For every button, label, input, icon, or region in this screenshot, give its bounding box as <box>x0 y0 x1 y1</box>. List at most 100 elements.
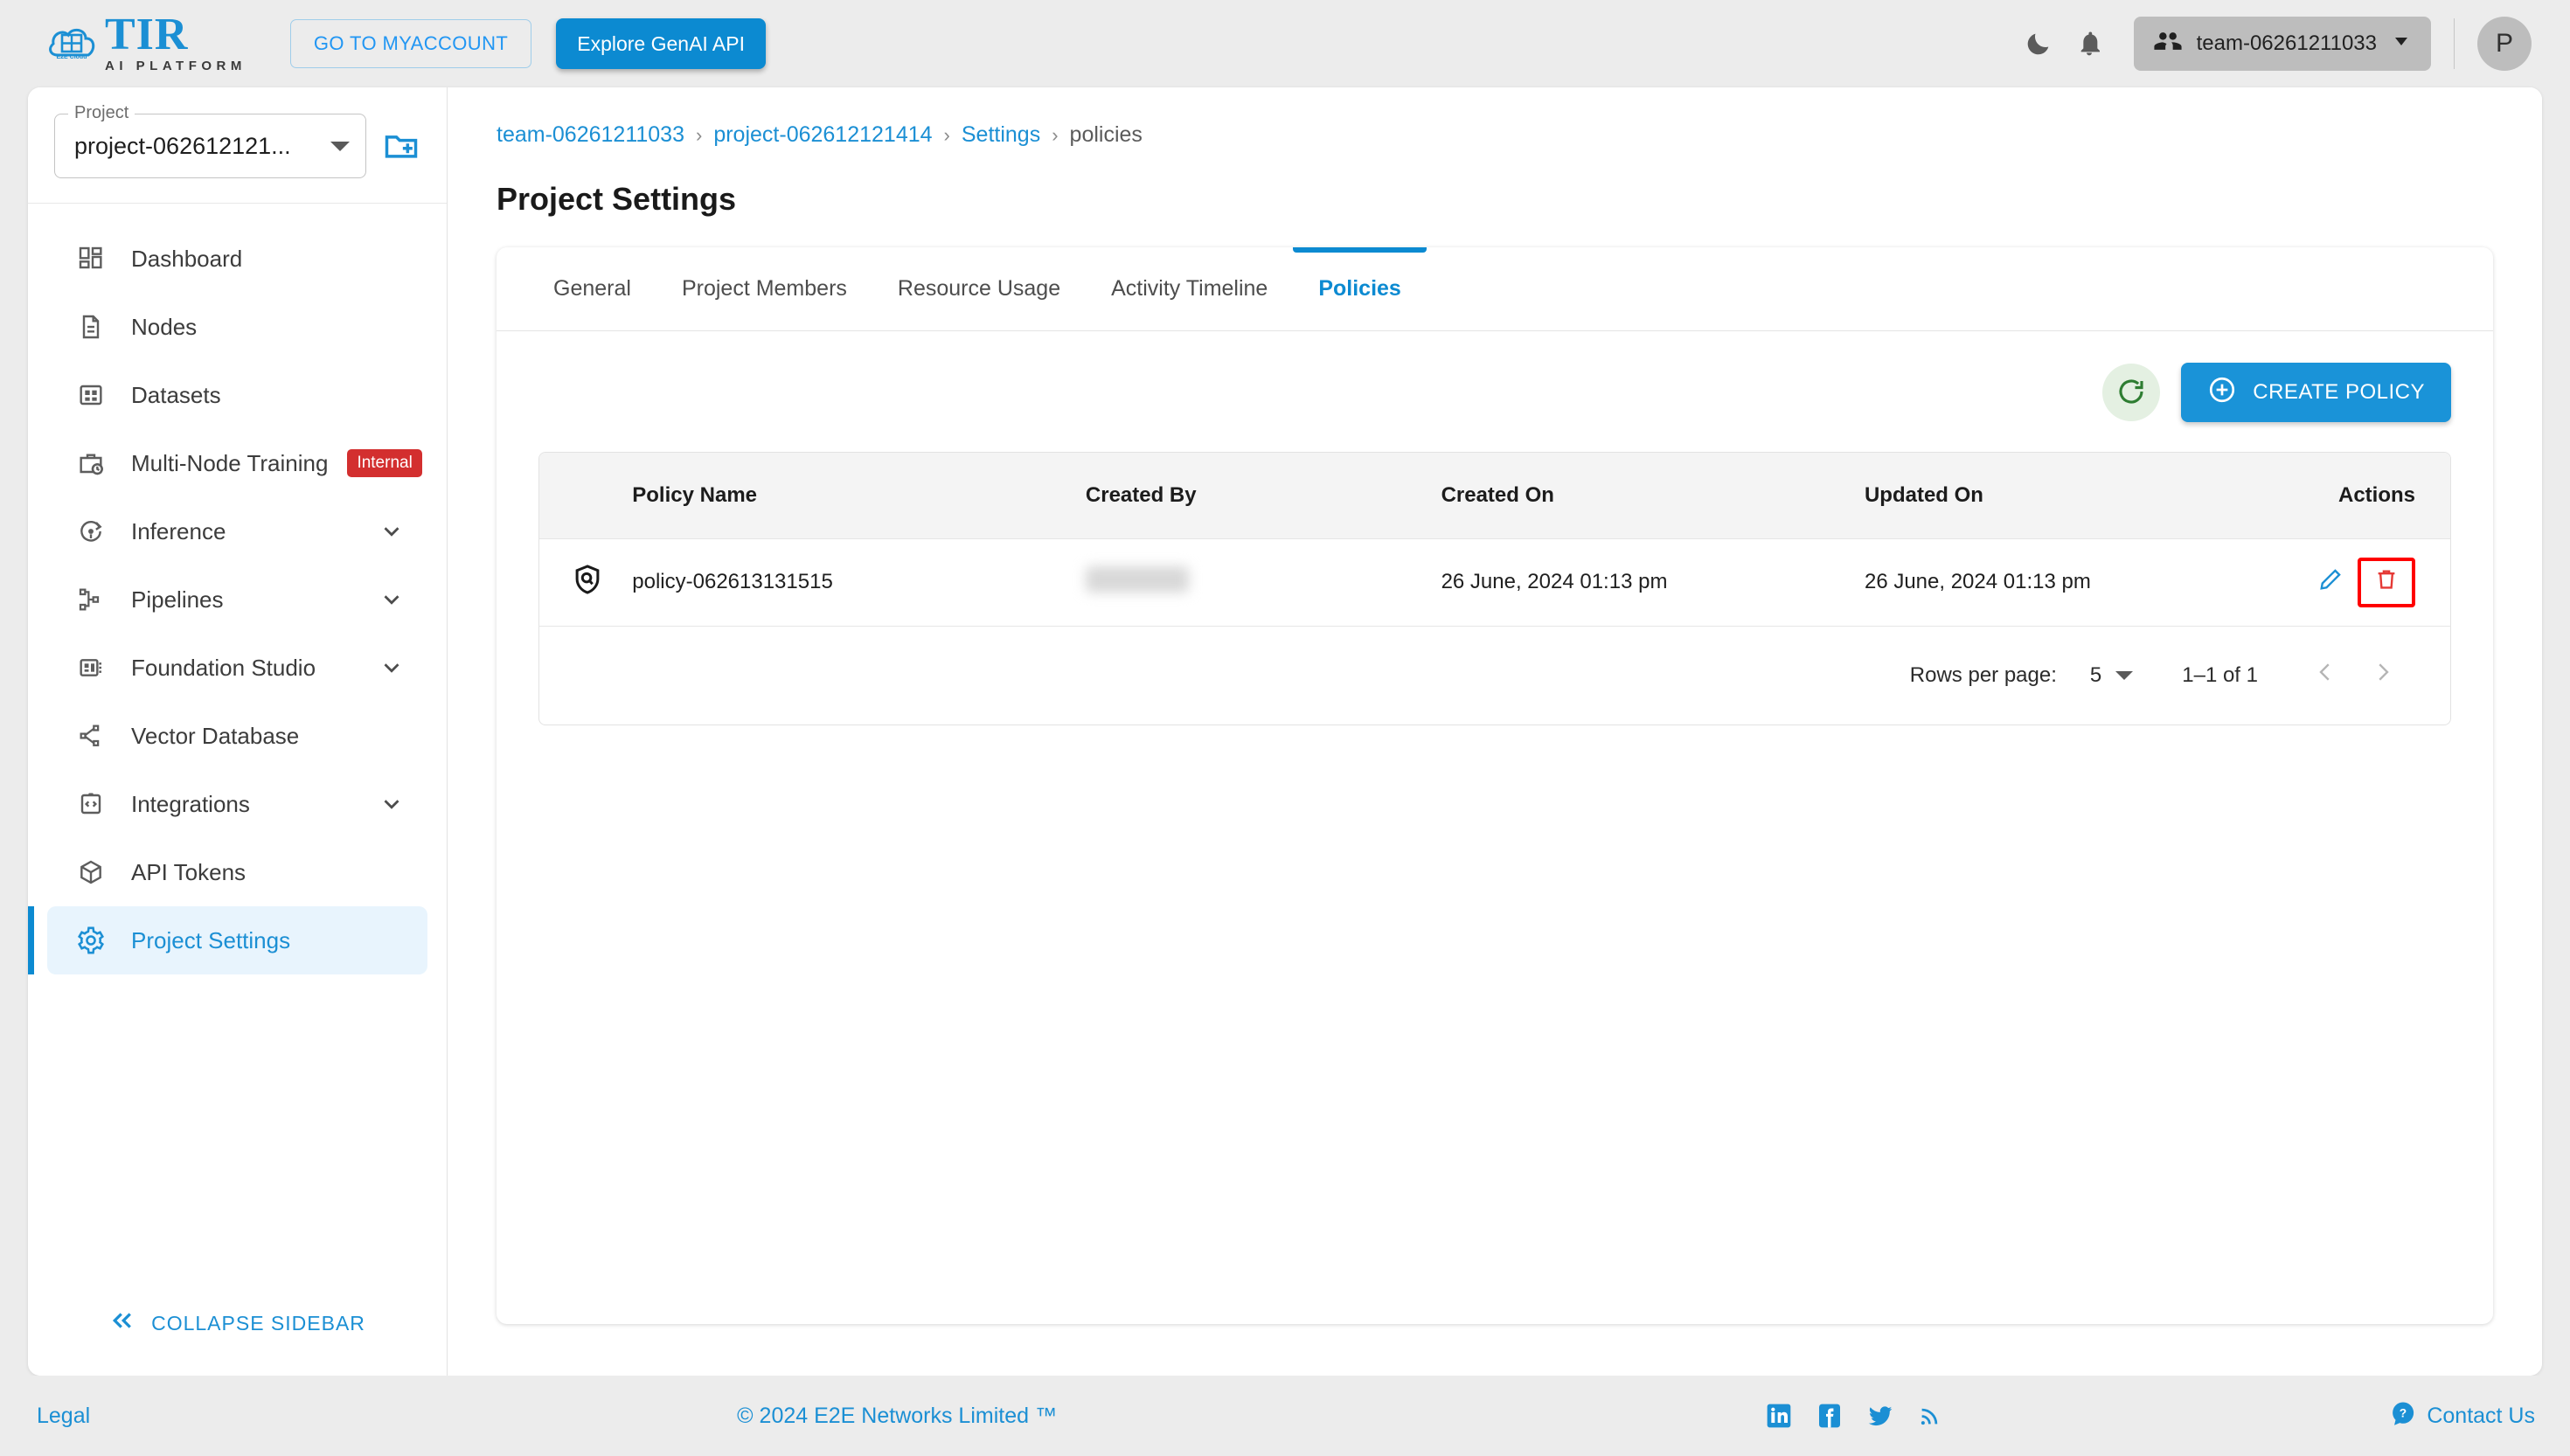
twitter-icon[interactable] <box>1866 1402 1894 1430</box>
sidebar-item-api-tokens[interactable]: API Tokens <box>47 838 427 906</box>
breadcrumb-team[interactable]: team-06261211033 <box>497 122 684 148</box>
brand-text: TIR AI PLATFORM <box>105 11 247 73</box>
pagination-row: Rows per page: 5 1–1 of 1 <box>539 625 2450 725</box>
chip-icon <box>73 654 108 682</box>
moon-icon[interactable] <box>2013 18 2064 69</box>
policy-icon-cell <box>539 537 633 626</box>
top-bar: E2E Cloud TIR AI PLATFORM GO TO MYACCOUN… <box>0 0 2570 87</box>
breadcrumb-settings[interactable]: Settings <box>962 122 1040 148</box>
chevron-down-icon <box>2391 31 2412 58</box>
new-folder-icon[interactable] <box>382 127 420 165</box>
breadcrumb-separator: › <box>696 123 703 146</box>
tab-policies[interactable]: Policies <box>1293 247 1427 330</box>
refresh-button[interactable] <box>2102 364 2161 421</box>
linkedin-icon[interactable] <box>1765 1402 1793 1430</box>
table-row[interactable]: policy-062613131515 26 June, 2024 01:13 … <box>539 537 2450 626</box>
sidebar-item-integrations[interactable]: Integrations <box>47 770 427 838</box>
sidebar-item-vector-database[interactable]: Vector Database <box>47 702 427 770</box>
inference-icon <box>73 517 108 545</box>
chevron-down-icon[interactable] <box>379 586 405 613</box>
sidebar-nav: Dashboard Nodes Datasets Multi-Node Trai… <box>28 204 447 1271</box>
sidebar-item-label: Datasets <box>131 381 221 408</box>
footer-legal-link[interactable]: Legal <box>37 1404 90 1429</box>
rows-per-page-select[interactable]: 5 <box>2089 662 2134 688</box>
column-header-updated-on: Updated On <box>1864 453 2312 538</box>
chevron-down-icon[interactable] <box>379 791 405 817</box>
cell-actions <box>2312 537 2450 626</box>
previous-page-button[interactable] <box>2296 647 2354 704</box>
contact-us-link[interactable]: ? Contact Us <box>2390 1400 2535 1432</box>
policies-table: Policy Name Created By Created On Update… <box>538 452 2451 725</box>
page-title: Project Settings <box>497 181 737 217</box>
avatar[interactable]: P <box>2477 17 2532 71</box>
column-header-policy-name: Policy Name <box>632 453 1086 538</box>
breadcrumb-project[interactable]: project-062612121414 <box>713 122 932 148</box>
redacted-value <box>1085 565 1189 593</box>
pagination-range: 1–1 of 1 <box>2182 662 2258 687</box>
trash-icon <box>2373 566 2400 599</box>
contact-us-label: Contact Us <box>2427 1403 2535 1428</box>
column-header-created-on: Created On <box>1441 453 1865 538</box>
rows-per-page-value: 5 <box>2089 662 2102 687</box>
tab-general[interactable]: General <box>528 247 656 330</box>
next-page-button[interactable] <box>2354 647 2412 704</box>
sidebar-item-inference[interactable]: Inference <box>47 497 427 565</box>
project-select-legend: Project <box>68 103 135 123</box>
pencil-icon <box>2317 566 2344 599</box>
gear-icon <box>73 926 108 955</box>
sidebar-item-multi-node-training[interactable]: Multi-Node Training Internal <box>47 429 427 497</box>
footer-copyright: © 2024 E2E Networks Limited ™ <box>737 1403 1057 1428</box>
explore-genai-api-button[interactable]: Explore GenAI API <box>556 18 767 69</box>
chevron-down-icon[interactable] <box>379 518 405 544</box>
svg-text:?: ? <box>2400 1406 2407 1419</box>
shield-search-icon <box>571 564 604 601</box>
column-header-spacer <box>539 453 633 538</box>
cell-created-on: 26 June, 2024 01:13 pm <box>1441 537 1865 626</box>
e2e-cloud-logo-icon: E2E Cloud <box>45 17 100 71</box>
rows-per-page-label: Rows per page: <box>1909 662 2057 687</box>
settings-card: General Project Members Resource Usage A… <box>497 247 2493 1324</box>
brand-logo-group[interactable]: E2E Cloud TIR AI PLATFORM <box>45 11 247 73</box>
edit-policy-button[interactable] <box>2312 561 2349 604</box>
project-select[interactable]: Project project-062612121... <box>54 103 366 178</box>
chevron-down-icon <box>2115 670 2134 680</box>
chevron-down-icon <box>330 141 350 151</box>
sidebar-item-label: Integrations <box>131 790 250 817</box>
sidebar-item-pipelines[interactable]: Pipelines <box>47 565 427 634</box>
sidebar-item-label: Project Settings <box>131 926 291 953</box>
delete-policy-button[interactable] <box>2358 557 2415 607</box>
sidebar-item-dashboard[interactable]: Dashboard <box>47 225 427 293</box>
sidebar-item-project-settings[interactable]: Project Settings <box>28 906 427 974</box>
document-icon <box>73 313 108 341</box>
team-selector[interactable]: team-06261211033 <box>2133 17 2431 71</box>
go-to-myaccount-button[interactable]: GO TO MYACCOUNT <box>289 19 532 68</box>
bell-icon[interactable] <box>2064 18 2115 69</box>
sidebar-item-foundation-studio[interactable]: Foundation Studio <box>47 634 427 702</box>
sidebar-item-label: Multi-Node Training <box>131 449 329 476</box>
facebook-icon[interactable] <box>1816 1402 1844 1430</box>
create-policy-button[interactable]: CREATE POLICY <box>2181 363 2451 422</box>
project-selector-section: Project project-062612121... <box>28 87 447 204</box>
collapse-sidebar-button[interactable]: COLLAPSE SIDEBAR <box>28 1271 447 1376</box>
breadcrumb-separator: › <box>943 123 950 146</box>
sidebar-item-nodes[interactable]: Nodes <box>47 293 427 361</box>
cell-updated-on: 26 June, 2024 01:13 pm <box>1864 537 2312 626</box>
rss-icon[interactable] <box>1917 1403 1943 1429</box>
create-policy-label: CREATE POLICY <box>2253 380 2425 404</box>
sidebar-item-label: Nodes <box>131 313 198 340</box>
tab-activity-timeline[interactable]: Activity Timeline <box>1086 247 1293 330</box>
status-badge: Internal <box>347 449 422 477</box>
project-select-value: project-062612121... <box>74 132 291 159</box>
chevron-down-icon[interactable] <box>379 655 405 681</box>
sidebar-item-label: Pipelines <box>131 586 224 613</box>
tab-resource-usage[interactable]: Resource Usage <box>872 247 1086 330</box>
tab-project-members[interactable]: Project Members <box>656 247 872 330</box>
policies-toolbar: CREATE POLICY <box>497 331 2493 422</box>
help-circle-icon: ? <box>2390 1400 2416 1432</box>
sidebar-item-datasets[interactable]: Datasets <box>47 361 427 429</box>
refresh-icon <box>2115 376 2147 410</box>
plus-circle-icon <box>2207 375 2237 411</box>
sidebar-item-label: Foundation Studio <box>131 654 316 681</box>
column-header-created-by: Created By <box>1085 453 1441 538</box>
cube-icon <box>73 858 108 886</box>
